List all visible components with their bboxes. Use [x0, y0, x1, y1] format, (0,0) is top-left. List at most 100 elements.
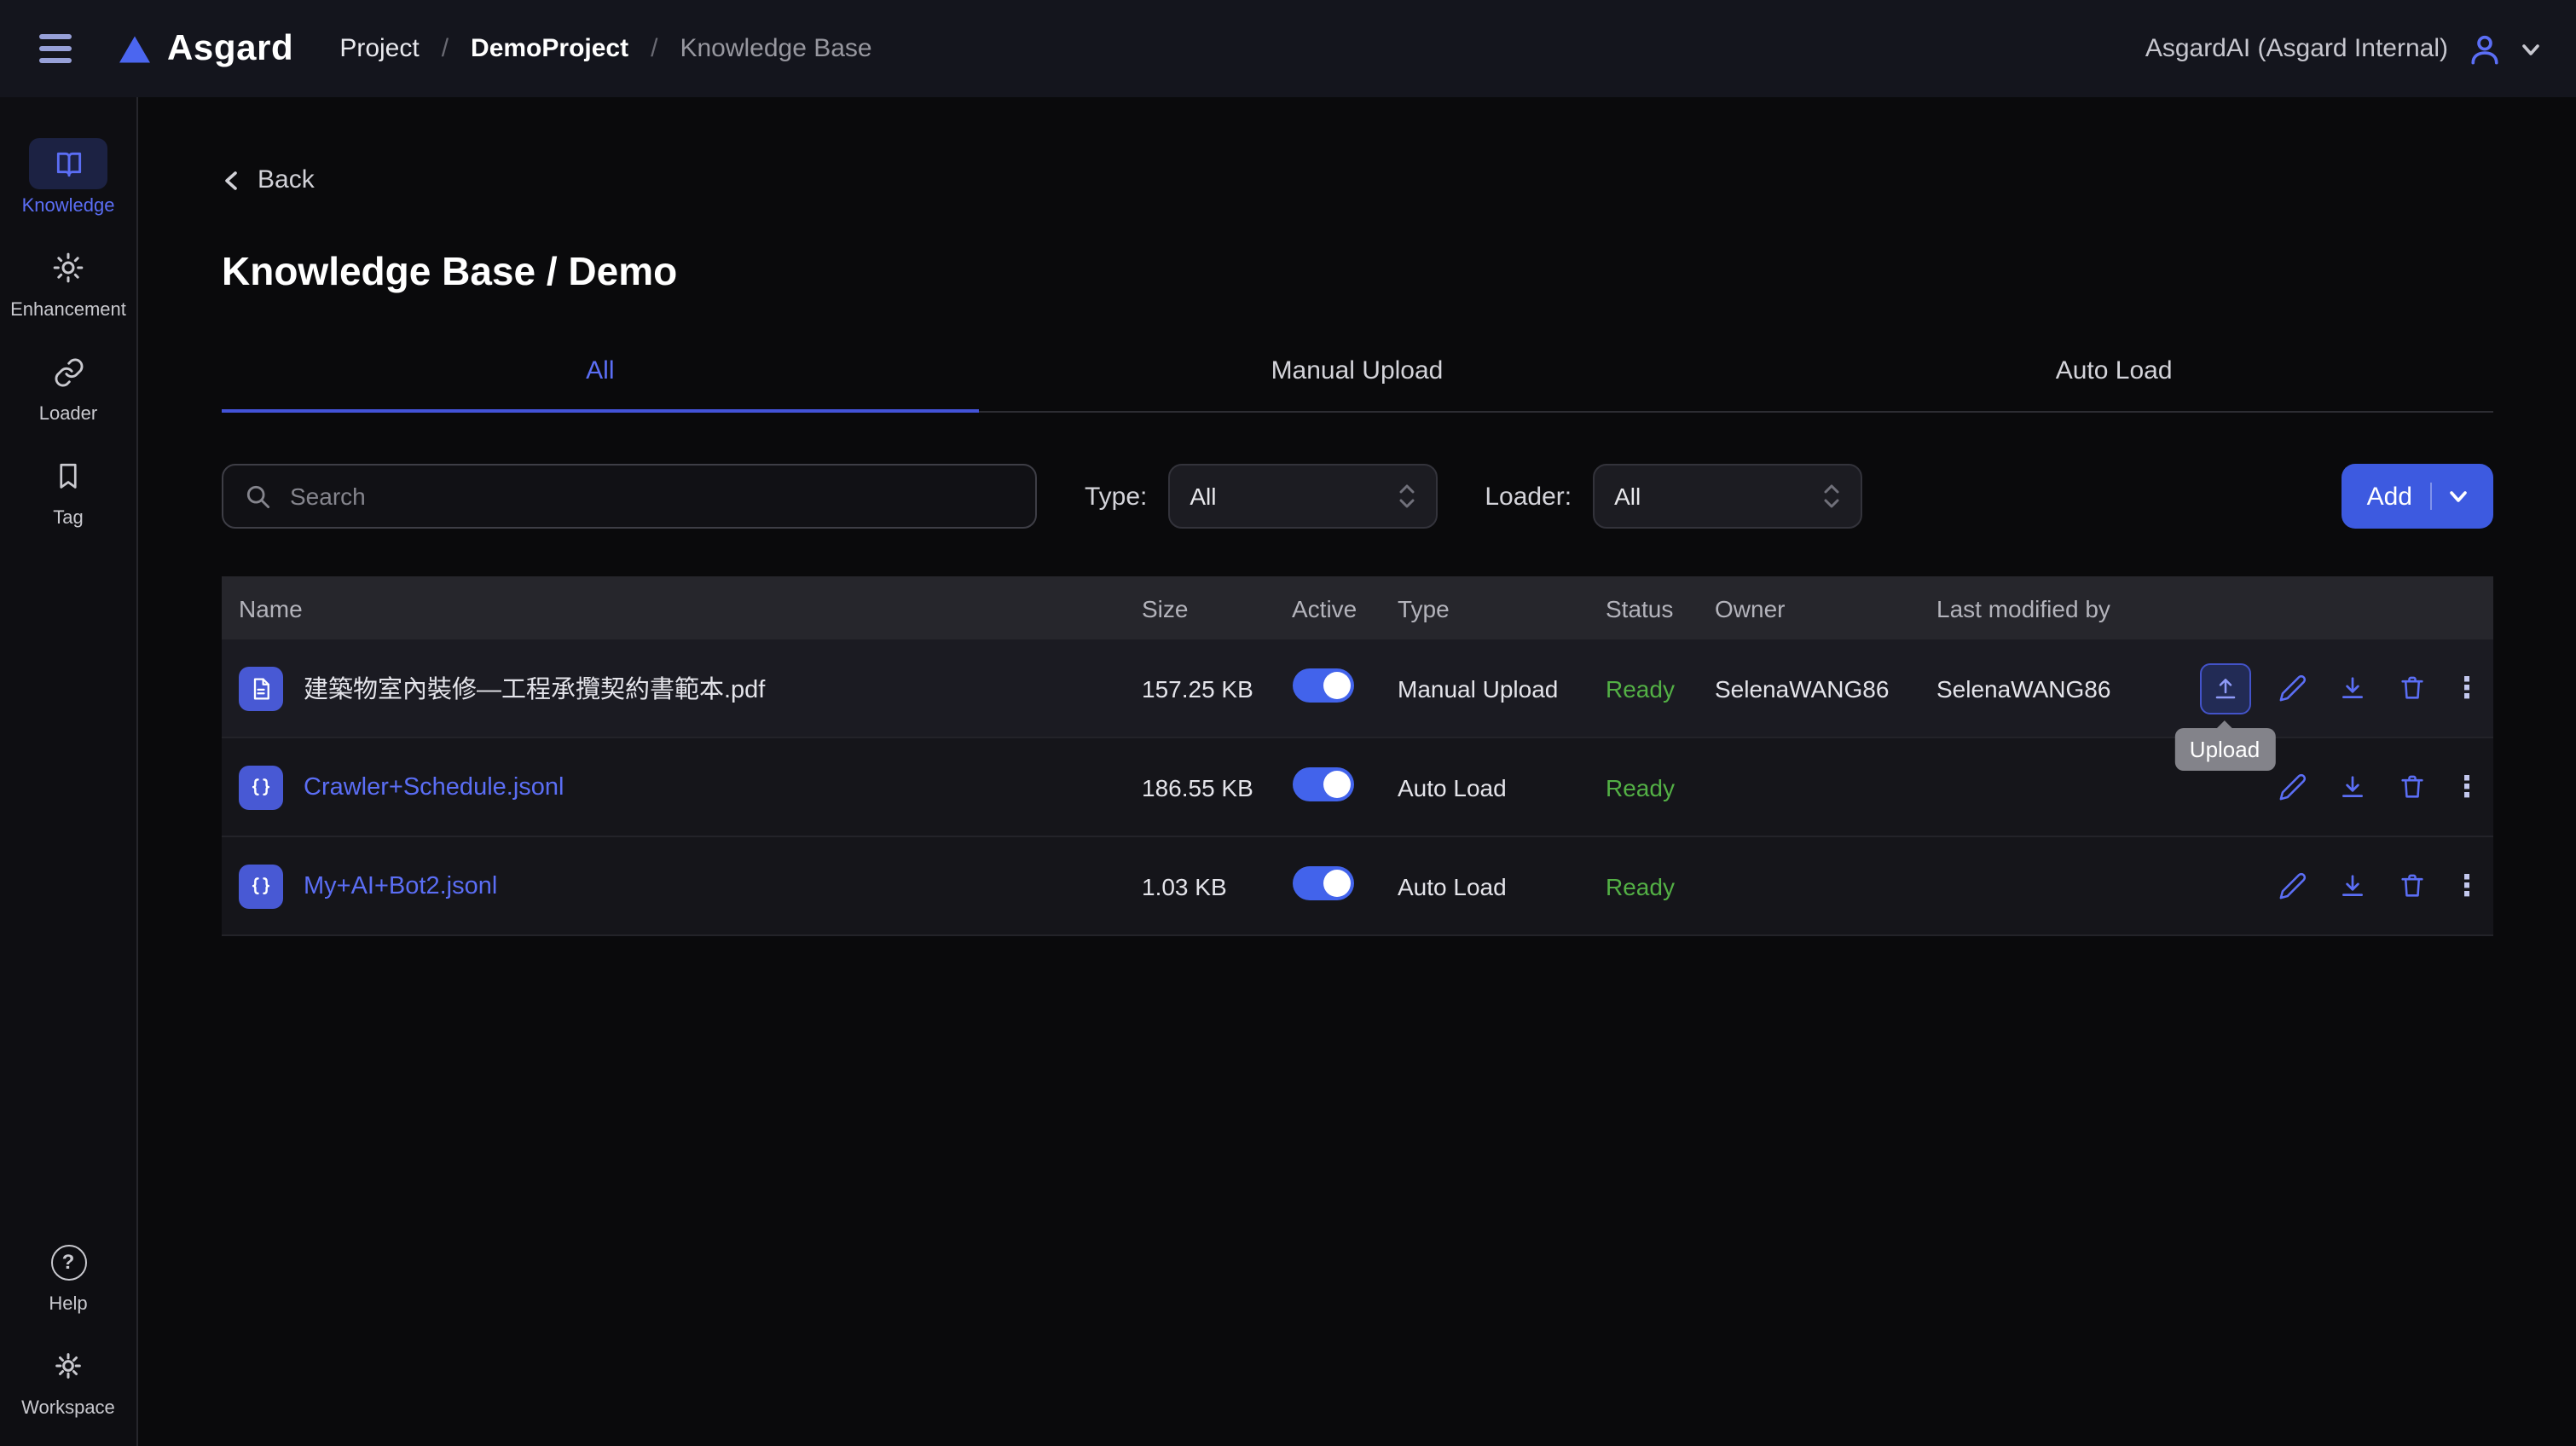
- file-type: Auto Load: [1398, 773, 1606, 801]
- search-input[interactable]: [287, 481, 1013, 512]
- file-size: 186.55 KB: [1142, 773, 1292, 801]
- add-button[interactable]: Add: [2342, 464, 2492, 529]
- gear-icon: [29, 1340, 107, 1391]
- pencil-icon: [2278, 674, 2307, 703]
- status-badge: Ready: [1606, 872, 1715, 899]
- delete-button[interactable]: [2395, 770, 2429, 804]
- account-name: AsgardAI (Asgard Internal): [2145, 34, 2448, 63]
- brand-logo[interactable]: Asgard: [118, 28, 293, 69]
- select-carets-icon: [1398, 483, 1415, 510]
- account-chevron-down-icon[interactable]: [2520, 40, 2540, 57]
- download-button[interactable]: [2336, 671, 2370, 705]
- trash-icon: [2398, 772, 2427, 801]
- breadcrumb: Project / DemoProject / Knowledge Base: [339, 34, 871, 63]
- sidebar-item-enhancement[interactable]: Enhancement: [0, 242, 136, 321]
- pencil-icon: [2278, 772, 2307, 801]
- sidebar-item-label: Workspace: [21, 1398, 115, 1419]
- column-header-name: Name: [222, 594, 1142, 622]
- type-filter-select[interactable]: All: [1167, 464, 1437, 529]
- edit-button[interactable]: [2276, 869, 2310, 903]
- hamburger-icon: [39, 35, 72, 39]
- active-toggle[interactable]: [1292, 668, 1353, 703]
- sidebar-item-workspace[interactable]: Workspace: [0, 1340, 136, 1419]
- file-type: Manual Upload: [1398, 674, 1606, 702]
- breadcrumb-separator: /: [442, 34, 449, 63]
- pencil-icon: [2278, 871, 2307, 900]
- link-icon: [29, 346, 107, 397]
- more-actions-button[interactable]: ⋮: [2455, 770, 2479, 804]
- top-navbar: Asgard Project / DemoProject / Knowledge…: [0, 0, 2576, 97]
- download-button[interactable]: [2336, 869, 2370, 903]
- edit-button[interactable]: [2276, 770, 2310, 804]
- breadcrumb-project-name[interactable]: DemoProject: [471, 34, 628, 63]
- file-name[interactable]: 建築物室內裝修—工程承攬契約書範本.pdf: [304, 670, 765, 706]
- navbar-right: AsgardAI (Asgard Internal): [2145, 30, 2540, 67]
- column-header-status: Status: [1606, 594, 1715, 622]
- search-icon: [246, 483, 271, 509]
- loader-filter-label: Loader:: [1485, 482, 1572, 511]
- chevron-left-icon: [222, 170, 242, 190]
- active-toggle[interactable]: [1292, 866, 1353, 900]
- download-icon: [2338, 772, 2367, 801]
- type-filter-label: Type:: [1085, 482, 1147, 511]
- sidebar-item-label: Tag: [53, 508, 84, 529]
- download-button[interactable]: [2336, 770, 2370, 804]
- app-root: Asgard Project / DemoProject / Knowledge…: [0, 0, 2576, 1446]
- active-toggle[interactable]: [1292, 767, 1353, 801]
- type-filter-value: All: [1190, 483, 1216, 510]
- delete-button[interactable]: [2395, 869, 2429, 903]
- table-row[interactable]: Crawler+Schedule.jsonl 186.55 KB Auto Lo…: [222, 738, 2492, 837]
- file-name[interactable]: My+AI+Bot2.jsonl: [304, 872, 497, 899]
- tab-bar: All Manual Upload Auto Load: [222, 346, 2492, 413]
- breadcrumb-current-page: Knowledge Base: [680, 34, 871, 63]
- row-actions: Upload ⋮: [2192, 662, 2492, 714]
- file-name[interactable]: Crawler+Schedule.jsonl: [304, 773, 564, 801]
- breadcrumb-separator: /: [651, 34, 657, 63]
- trash-icon: [2398, 871, 2427, 900]
- download-icon: [2338, 871, 2367, 900]
- more-actions-button[interactable]: ⋮: [2455, 671, 2479, 705]
- user-avatar-icon[interactable]: [2465, 30, 2503, 67]
- main-content: Back Knowledge Base / Demo All Manual Up…: [138, 97, 2576, 1446]
- select-carets-icon: [1822, 483, 1839, 510]
- search-input-wrapper[interactable]: [222, 464, 1037, 529]
- upload-button[interactable]: [2199, 662, 2250, 714]
- tab-auto-load[interactable]: Auto Load: [1735, 346, 2492, 411]
- file-size: 1.03 KB: [1142, 872, 1292, 899]
- tab-all[interactable]: All: [222, 346, 979, 411]
- table-row[interactable]: My+AI+Bot2.jsonl 1.03 KB Auto Load Ready: [222, 837, 2492, 936]
- tab-manual-upload[interactable]: Manual Upload: [979, 346, 1736, 411]
- sidebar-item-label: Knowledge: [22, 196, 115, 217]
- breadcrumb-section[interactable]: Project: [339, 34, 419, 63]
- column-header-last-modified: Last modified by: [1936, 594, 2192, 622]
- edit-button[interactable]: [2276, 671, 2310, 705]
- chevron-down-icon: [2448, 488, 2467, 505]
- sidebar-item-knowledge[interactable]: Knowledge: [0, 138, 136, 217]
- sidebar-item-loader[interactable]: Loader: [0, 346, 136, 425]
- upload-tooltip: Upload: [2174, 727, 2275, 770]
- row-actions: ⋮: [2192, 770, 2492, 804]
- pdf-file-icon: [239, 666, 283, 710]
- more-actions-button[interactable]: ⋮: [2455, 869, 2479, 903]
- status-badge: Ready: [1606, 773, 1715, 801]
- logo-triangle-icon: [118, 33, 152, 64]
- trash-icon: [2398, 674, 2427, 703]
- row-actions: ⋮: [2192, 869, 2492, 903]
- loader-filter-select[interactable]: All: [1592, 464, 1861, 529]
- last-modified-by: SelenaWANG86: [1936, 674, 2192, 702]
- jsonl-file-icon: [239, 765, 283, 809]
- sidebar-item-tag[interactable]: Tag: [0, 450, 136, 529]
- files-table: Name Size Active Type Status Owner Last …: [222, 576, 2492, 936]
- column-header-type: Type: [1398, 594, 1606, 622]
- column-header-size: Size: [1142, 594, 1292, 622]
- sidebar-item-help[interactable]: ? Help: [0, 1236, 136, 1315]
- sun-icon: [29, 242, 107, 293]
- column-header-owner: Owner: [1715, 594, 1936, 622]
- sidebar: Knowledge Enhancement Loader Tag: [0, 97, 138, 1446]
- back-button[interactable]: Back: [222, 165, 315, 194]
- delete-button[interactable]: [2395, 671, 2429, 705]
- menu-toggle-button[interactable]: [36, 28, 75, 69]
- file-type: Auto Load: [1398, 872, 1606, 899]
- table-row[interactable]: 建築物室內裝修—工程承攬契約書範本.pdf 157.25 KB Manual U…: [222, 639, 2492, 738]
- download-icon: [2338, 674, 2367, 703]
